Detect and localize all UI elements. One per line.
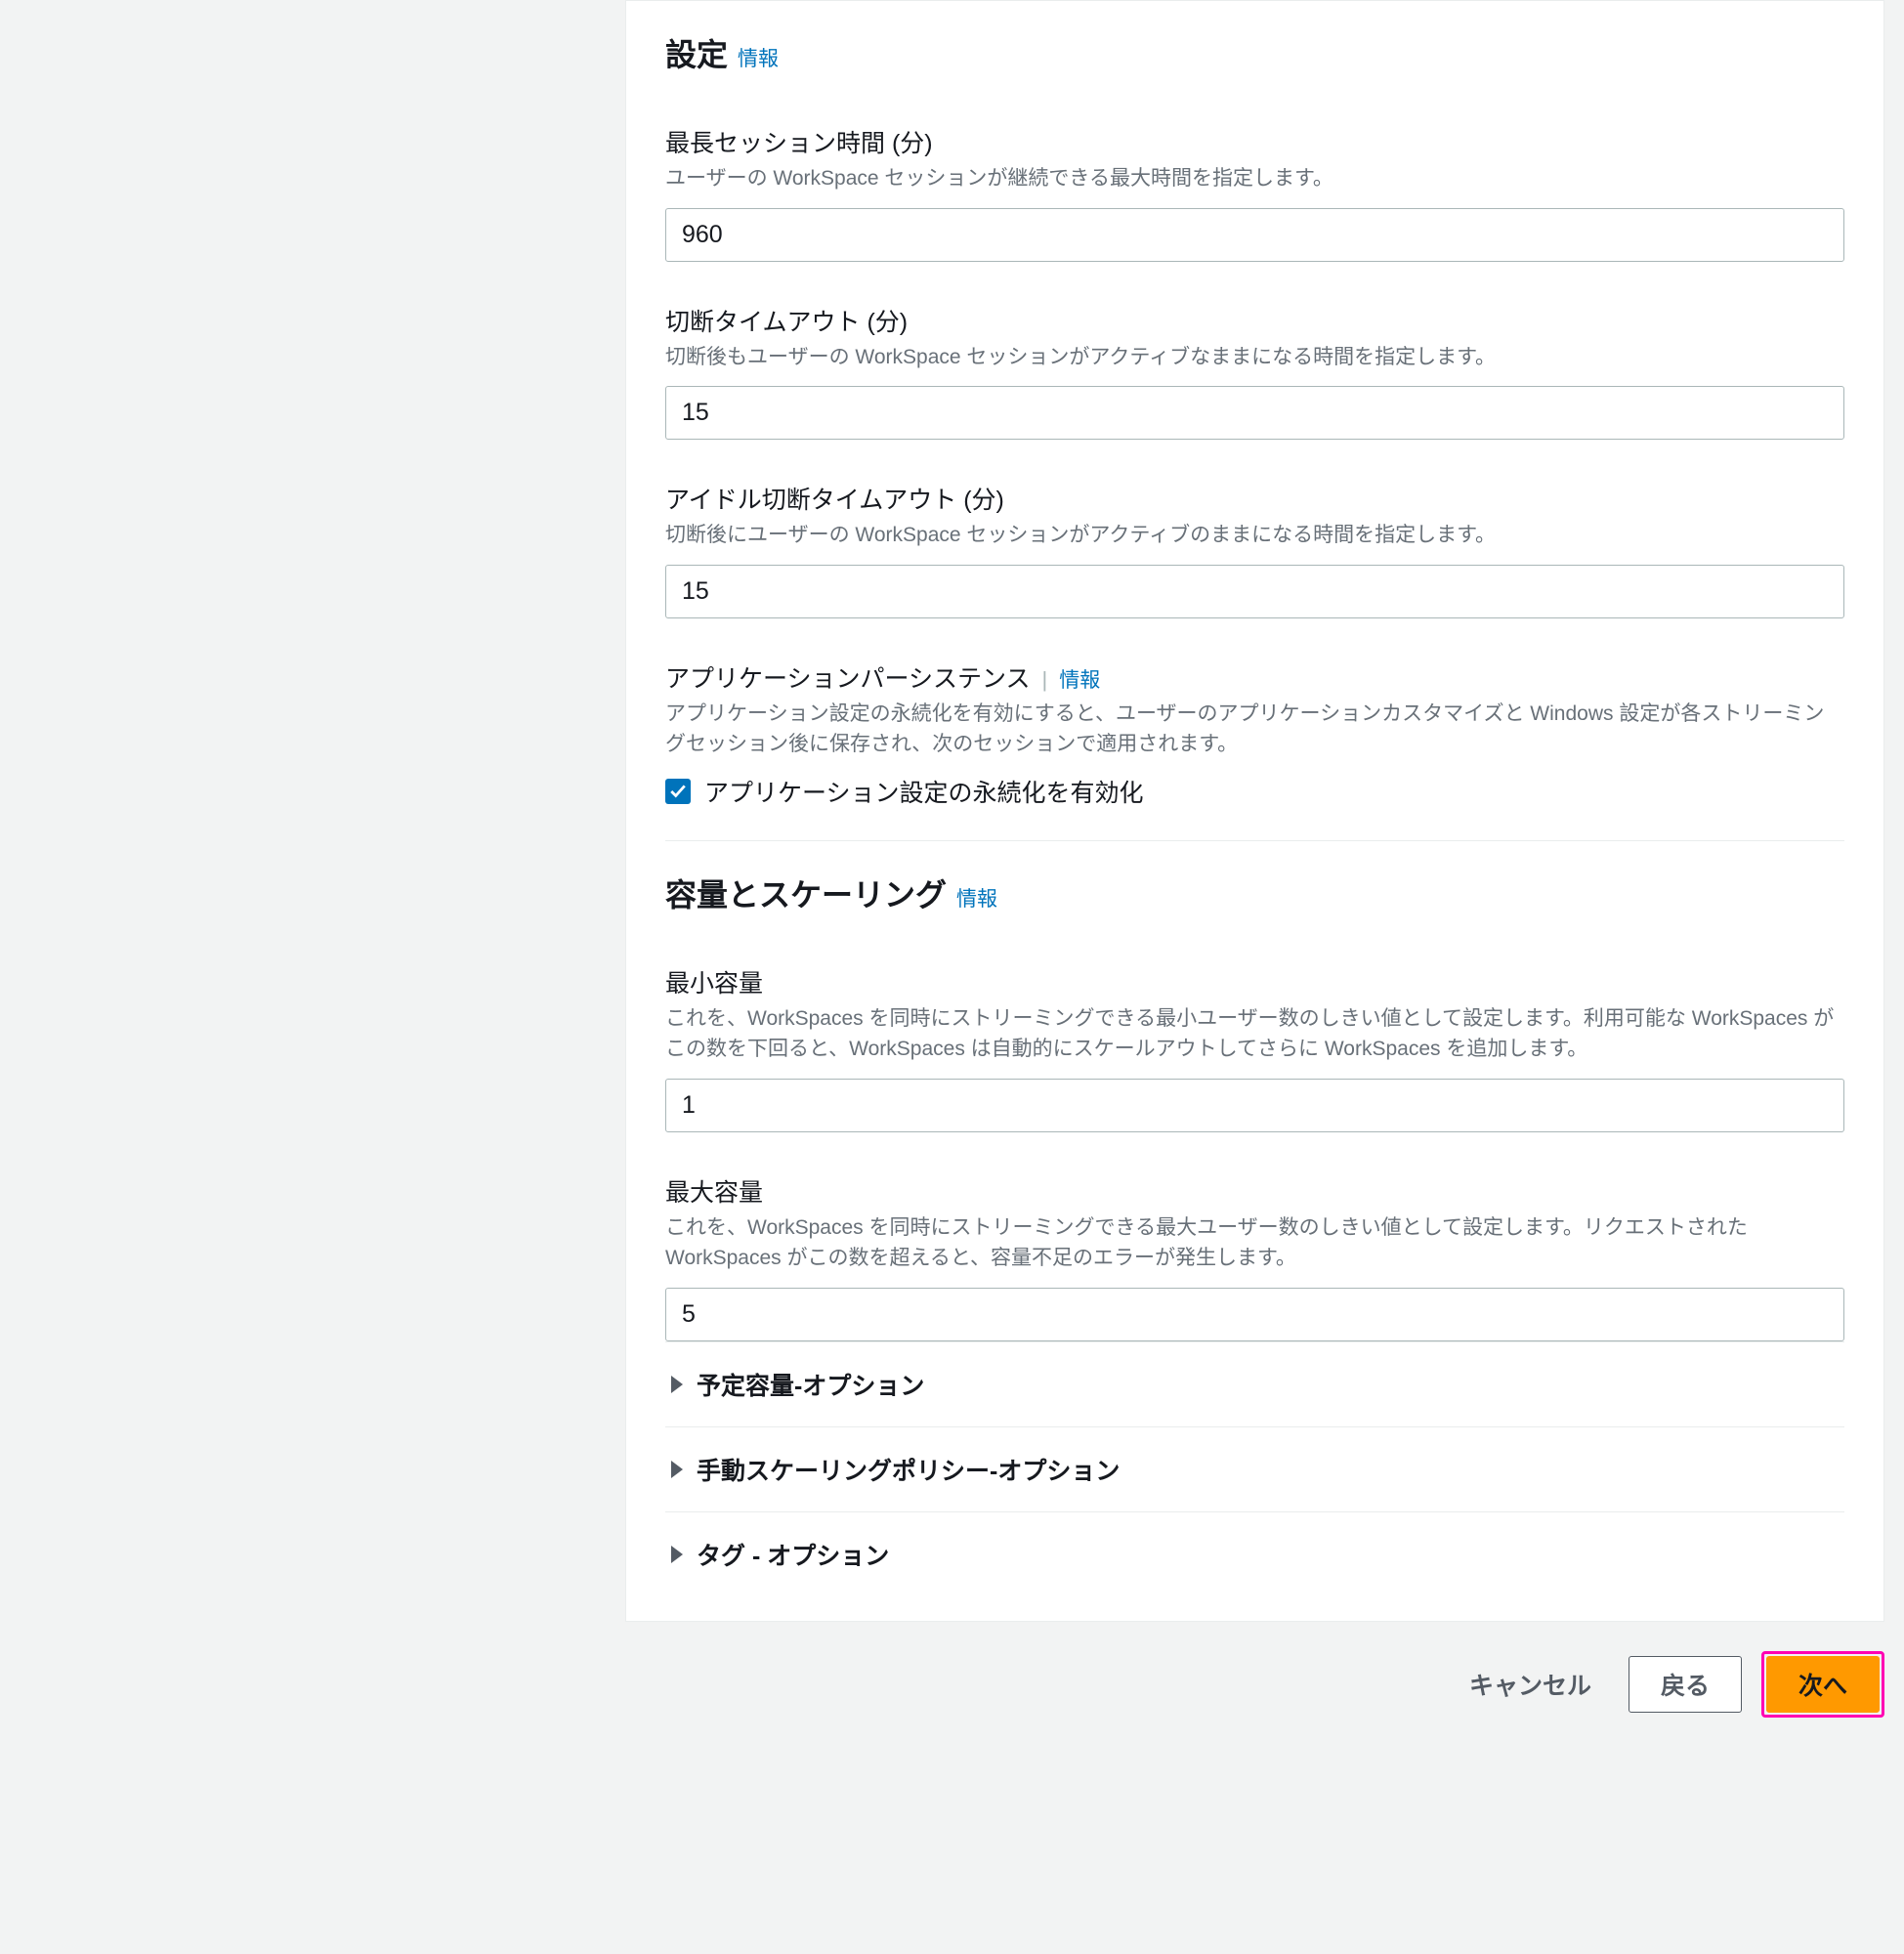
cancel-button[interactable]: キャンセル bbox=[1452, 1657, 1609, 1712]
capacity-section-header: 容量とスケーリング 情報 bbox=[665, 841, 1844, 923]
max-capacity-input[interactable] bbox=[665, 1288, 1844, 1341]
check-icon bbox=[669, 783, 687, 800]
idle-disconnect-label: アイドル切断タイムアウト (分) bbox=[665, 481, 1844, 516]
settings-info-link[interactable]: 情報 bbox=[738, 43, 779, 72]
back-button[interactable]: 戻る bbox=[1629, 1656, 1742, 1713]
max-capacity-field: 最大容量 これを、WorkSpaces を同時にストリーミングできる最大ユーザー… bbox=[665, 1173, 1844, 1341]
idle-disconnect-desc: 切断後にユーザーの WorkSpace セッションがアクティブのままになる時間を… bbox=[665, 520, 1844, 551]
idle-disconnect-timeout-field: アイドル切断タイムアウト (分) 切断後にユーザーの WorkSpace セッシ… bbox=[665, 481, 1844, 618]
scheduled-capacity-expandable[interactable]: 予定容量-オプション bbox=[665, 1341, 1844, 1426]
settings-section-header: 設定 情報 bbox=[665, 1, 1844, 83]
app-persistence-checkbox-label: アプリケーション設定の永続化を有効化 bbox=[704, 774, 1144, 809]
max-session-label: 最長セッション時間 (分) bbox=[665, 124, 1844, 159]
app-persistence-checkbox[interactable] bbox=[665, 779, 691, 804]
min-capacity-desc: これを、WorkSpaces を同時にストリーミングできる最小ユーザー数のしきい… bbox=[665, 1003, 1844, 1065]
disconnect-timeout-field: 切断タイムアウト (分) 切断後もユーザーの WorkSpace セッションがア… bbox=[665, 303, 1844, 441]
next-button[interactable]: 次へ bbox=[1766, 1656, 1880, 1713]
min-capacity-field: 最小容量 これを、WorkSpaces を同時にストリーミングできる最小ユーザー… bbox=[665, 964, 1844, 1132]
next-button-highlight: 次へ bbox=[1761, 1651, 1884, 1718]
manual-scaling-title: 手動スケーリングポリシー-オプション bbox=[697, 1452, 1120, 1487]
max-capacity-desc: これを、WorkSpaces を同時にストリーミングできる最大ユーザー数のしきい… bbox=[665, 1212, 1844, 1274]
capacity-title: 容量とスケーリング bbox=[665, 871, 947, 915]
min-capacity-label: 最小容量 bbox=[665, 964, 1844, 999]
disconnect-timeout-desc: 切断後もユーザーの WorkSpace セッションがアクティブなままになる時間を… bbox=[665, 342, 1844, 373]
tags-expandable[interactable]: タグ - オプション bbox=[665, 1511, 1844, 1596]
max-session-field: 最長セッション時間 (分) ユーザーの WorkSpace セッションが継続でき… bbox=[665, 124, 1844, 262]
app-persistence-info-link[interactable]: 情報 bbox=[1059, 664, 1100, 694]
max-capacity-label: 最大容量 bbox=[665, 1173, 1844, 1209]
disconnect-timeout-input[interactable] bbox=[665, 386, 1844, 440]
scheduled-capacity-title: 予定容量-オプション bbox=[697, 1367, 924, 1402]
settings-title: 設定 bbox=[665, 30, 728, 75]
caret-right-icon bbox=[671, 1376, 683, 1393]
config-panel: 設定 情報 最長セッション時間 (分) ユーザーの WorkSpace セッショ… bbox=[625, 0, 1884, 1622]
caret-right-icon bbox=[671, 1546, 683, 1563]
capacity-info-link[interactable]: 情報 bbox=[956, 883, 997, 913]
button-bar: キャンセル 戻る 次へ bbox=[625, 1622, 1884, 1737]
disconnect-timeout-label: 切断タイムアウト (分) bbox=[665, 303, 1844, 338]
min-capacity-input[interactable] bbox=[665, 1079, 1844, 1132]
app-persistence-label: アプリケーションパーシステンス bbox=[665, 659, 1031, 695]
tags-title: タグ - オプション bbox=[697, 1537, 889, 1572]
app-persistence-field: アプリケーションパーシステンス | 情報 アプリケーション設定の永続化を有効にす… bbox=[665, 659, 1844, 809]
max-session-desc: ユーザーの WorkSpace セッションが継続できる最大時間を指定します。 bbox=[665, 163, 1844, 194]
app-persistence-desc: アプリケーション設定の永続化を有効にすると、ユーザーのアプリケーションカスタマイ… bbox=[665, 699, 1844, 760]
idle-disconnect-input[interactable] bbox=[665, 565, 1844, 618]
separator: | bbox=[1042, 667, 1048, 693]
caret-right-icon bbox=[671, 1461, 683, 1478]
manual-scaling-expandable[interactable]: 手動スケーリングポリシー-オプション bbox=[665, 1426, 1844, 1511]
max-session-input[interactable] bbox=[665, 208, 1844, 262]
